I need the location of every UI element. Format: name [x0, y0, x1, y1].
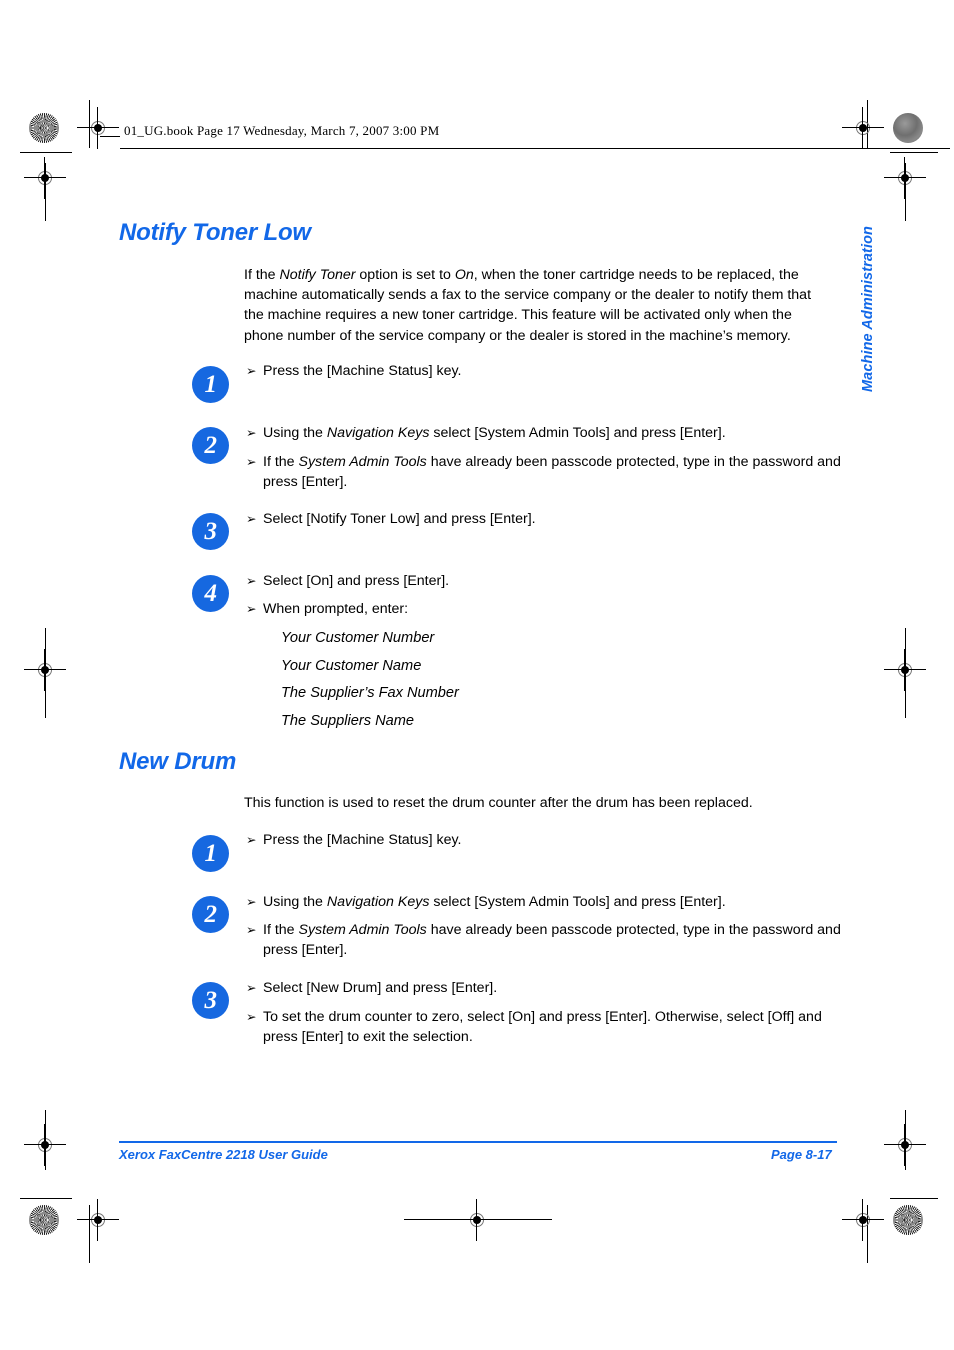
step-2-bullet-1-pre: Using the [263, 425, 327, 441]
step-1-bullet-1: ➢ Press the [Machine Status] key. [246, 361, 841, 381]
bullet-arrow-icon: ➢ [246, 511, 257, 526]
crop-line-bottom-center-horizontal-left [404, 1219, 464, 1220]
step-2-bullet-2-text: If the System Admin Tools have already b… [263, 452, 841, 492]
new-drum-step-2-bullet-2-emphasis: System Admin Tools [298, 922, 427, 938]
crop-line-mid-left-vertical [45, 628, 46, 718]
new-drum-step-number-badge-3: 3 [192, 982, 229, 1019]
bullet-arrow-icon: ➢ [246, 922, 257, 937]
step-2-bullet-2-emphasis: System Admin Tools [298, 454, 427, 470]
bullet-arrow-icon: ➢ [246, 601, 257, 616]
crop-line-lower-left-vertical [45, 1110, 46, 1170]
new-drum-step-1-bullet-1-text: Press the [Machine Status] key. [263, 832, 462, 848]
step-2-bullet-2: ➢ If the System Admin Tools have already… [246, 452, 841, 492]
step-4-bullet-1-text: Select [On] and press [Enter]. [263, 573, 450, 589]
bullet-arrow-icon: ➢ [246, 980, 257, 995]
registration-target-top-left [77, 107, 119, 149]
new-drum-step-2-bullet-1-pre: Using the [263, 894, 327, 910]
new-drum-step-number-badge-1: 1 [192, 835, 229, 872]
step-4-bullet-2-text: When prompted, enter: [263, 601, 409, 617]
header-rule-left [100, 136, 120, 137]
registration-target-top-right [842, 107, 884, 149]
new-drum-step-2-bullet-1-post: select [System Admin Tools] and press [E… [429, 894, 726, 910]
bullet-arrow-icon: ➢ [246, 363, 257, 378]
step-4-bullet-1: ➢ Select [On] and press [Enter]. [246, 571, 841, 591]
side-tab-chapter-label: Machine Administration [860, 225, 876, 392]
footer-page-number: Page 8-17 [771, 1147, 832, 1162]
registration-starburst-top-left [29, 113, 59, 143]
new-drum-step-2-bullet-1: ➢ Using the Navigation Keys select [Syst… [246, 892, 841, 912]
new-drum-step-2-bullet-1-emphasis: Navigation Keys [326, 894, 430, 910]
intro-text-part2: option is set to [355, 267, 455, 283]
step-2-bullet-1-text: Using the Navigation Keys select [System… [263, 423, 841, 443]
step-4-bullet-2: ➢ When prompted, enter: [246, 599, 841, 619]
step-3-bullet-1: ➢ Select [Notify Toner Low] and press [E… [246, 509, 841, 529]
crop-line-left-vertical-upper [45, 163, 46, 221]
step-2-bullet-1-emphasis: Navigation Keys [326, 425, 430, 441]
crop-line-lower-right-vertical [905, 1110, 906, 1170]
new-drum-step-2-bullet-1-text: Using the Navigation Keys select [System… [263, 892, 841, 912]
crop-line-upper-right-horizontal [890, 152, 938, 153]
prompt-list-item-customer-name: Your Customer Name [281, 658, 422, 674]
intro-paragraph-new-drum: This function is used to reset the drum … [244, 795, 753, 811]
registration-target-bottom-center [456, 1199, 498, 1241]
step-number-badge-4: 4 [192, 575, 229, 612]
intro-paragraph-notify-toner-low: If the Notify Toner option is set to On,… [244, 265, 834, 346]
new-drum-step-3-bullet-1: ➢ Select [New Drum] and press [Enter]. [246, 978, 841, 998]
bullet-arrow-icon: ➢ [246, 573, 257, 588]
step-2-bullet-2-pre: If the [263, 454, 299, 470]
prompt-list-item-customer-number: Your Customer Number [281, 630, 435, 646]
registration-starburst-top-right [893, 113, 923, 143]
crop-line-right-vertical-upper [905, 163, 906, 221]
crop-line-bottom-right-horizontal [890, 1198, 938, 1199]
header-filename-stamp: 01_UG.book Page 17 Wednesday, March 7, 2… [124, 123, 440, 138]
step-number-badge-2: 2 [192, 427, 229, 464]
registration-starburst-bottom-right [893, 1205, 923, 1235]
step-number-badge-1: 1 [192, 366, 229, 403]
step-number-badge-3: 3 [192, 513, 229, 550]
new-drum-step-2-bullet-2: ➢ If the System Admin Tools have already… [246, 920, 841, 960]
new-drum-step-1-bullet-1: ➢ Press the [Machine Status] key. [246, 830, 841, 850]
bullet-arrow-icon: ➢ [246, 425, 257, 440]
bullet-arrow-icon: ➢ [246, 894, 257, 909]
crop-line-bottom-center-horizontal-right [492, 1219, 552, 1220]
intro-text-part1: If the [244, 267, 280, 283]
registration-starburst-bottom-left [29, 1205, 59, 1235]
bullet-arrow-icon: ➢ [246, 832, 257, 847]
new-drum-step-3-bullet-2-text: To set the drum counter to zero, select … [263, 1009, 822, 1046]
bullet-arrow-icon: ➢ [246, 454, 257, 469]
step-2-bullet-1: ➢ Using the Navigation Keys select [Syst… [246, 423, 841, 443]
registration-target-bottom-right [842, 1199, 884, 1241]
bullet-arrow-icon: ➢ [246, 1009, 257, 1024]
new-drum-step-3-bullet-2: ➢ To set the drum counter to zero, selec… [246, 1007, 841, 1047]
crop-line-bottom-left-horizontal [20, 1198, 72, 1199]
footer-rule [119, 1141, 837, 1143]
new-drum-step-3-bullet-1-text: Select [New Drum] and press [Enter]. [263, 980, 498, 996]
prompt-list-item-supplier-name: The Suppliers Name [281, 713, 415, 729]
page-title-new-drum: New Drum [119, 748, 237, 775]
intro-emphasis-notify-toner: Notify Toner [279, 267, 356, 283]
new-drum-step-2-bullet-2-text: If the System Admin Tools have already b… [263, 920, 841, 960]
prompt-list-item-supplier-fax: The Supplier’s Fax Number [281, 685, 459, 701]
new-drum-step-2-bullet-2-pre: If the [263, 922, 299, 938]
registration-target-bottom-left [77, 1199, 119, 1241]
footer-guide-title: Xerox FaxCentre 2218 User Guide [119, 1147, 328, 1162]
step-1-bullet-1-text: Press the [Machine Status] key. [263, 363, 462, 379]
crop-line-mid-right-vertical [905, 628, 906, 718]
intro-emphasis-on: On [454, 267, 474, 283]
header-rule-right [120, 148, 950, 149]
crop-line-upper-left-horizontal [20, 152, 72, 153]
new-drum-step-number-badge-2: 2 [192, 896, 229, 933]
step-3-bullet-1-text: Select [Notify Toner Low] and press [Ent… [263, 511, 536, 527]
step-2-bullet-1-post: select [System Admin Tools] and press [E… [429, 425, 726, 441]
document-page: 01_UG.book Page 17 Wednesday, March 7, 2… [0, 0, 954, 1350]
page-title-notify-toner-low: Notify Toner Low [119, 219, 311, 246]
